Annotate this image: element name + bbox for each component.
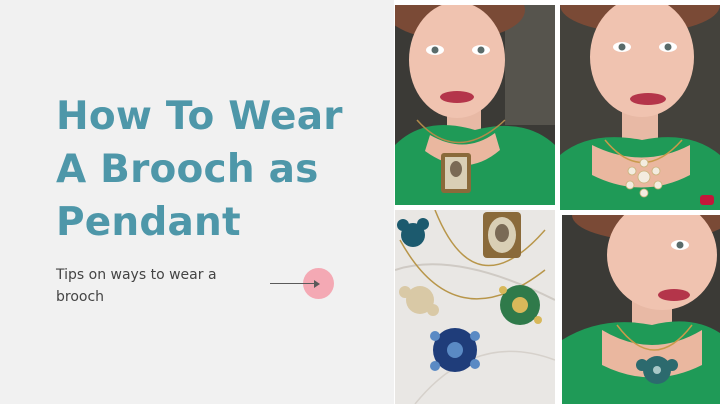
slide: How To Wear A Brooch as Pendant Tips on … [0, 0, 720, 404]
brooch-flatlay-photo [395, 210, 555, 404]
title-line-3: Pendant [56, 200, 241, 245]
portrait-photo-cameo-pendant [395, 5, 555, 205]
portrait-photo-crystal-pendant [560, 5, 720, 210]
slide-title: How To Wear A Brooch as Pendant [56, 90, 386, 249]
arrow-line [270, 283, 318, 284]
arrow-head [314, 280, 320, 288]
title-line-2: A Brooch as [56, 147, 319, 192]
subtitle-line-1: Tips on ways to wear a [56, 267, 217, 283]
title-line-1: How To Wear [56, 94, 343, 139]
slide-subtitle: Tips on ways to wear a brooch [56, 264, 266, 308]
next-arrow-icon[interactable] [270, 268, 334, 300]
title-panel: How To Wear A Brooch as Pendant Tips on … [0, 0, 394, 404]
portrait-photo-blue-pendant [562, 215, 720, 404]
subtitle-line-2: brooch [56, 289, 105, 305]
